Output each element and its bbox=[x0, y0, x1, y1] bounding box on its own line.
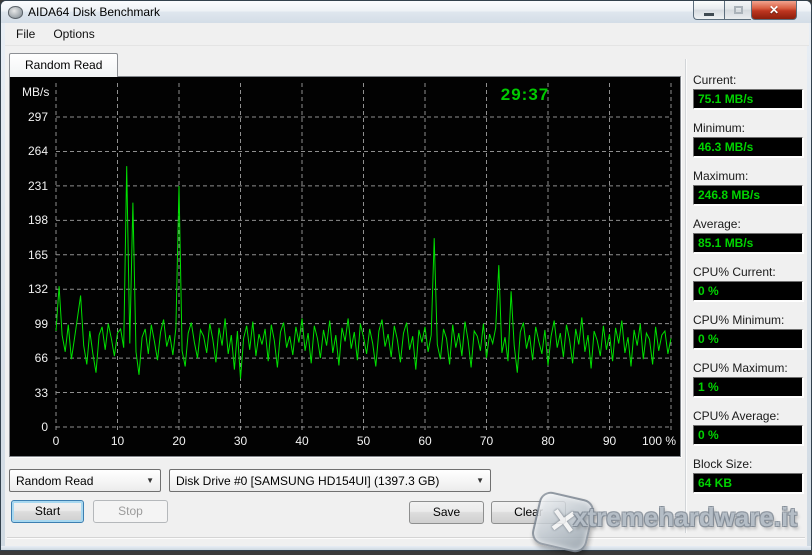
stop-button[interactable]: Stop bbox=[93, 500, 168, 523]
stat-value-box: 75.1 MB/s bbox=[693, 89, 803, 109]
stat-label: CPU% Average: bbox=[693, 409, 803, 423]
stat-value-box: 64 KB bbox=[693, 473, 803, 493]
x-tick-label: 60 bbox=[403, 434, 447, 448]
stat-value: 1 % bbox=[698, 380, 719, 394]
elapsed-timer: 29:37 bbox=[480, 85, 570, 105]
stat-label: Minimum: bbox=[693, 121, 803, 135]
window-controls: ✕ bbox=[693, 1, 797, 20]
x-tick-label: 70 bbox=[465, 434, 509, 448]
x-tick-label: 90 bbox=[588, 434, 632, 448]
stat-value-box: 0 % bbox=[693, 329, 803, 349]
x-tick-label: 20 bbox=[157, 434, 201, 448]
benchmark-chart: MB/s 29:37 297 264 231 198 165 132 99 66 33 00 10 2… bbox=[9, 76, 681, 457]
minimize-icon bbox=[704, 13, 714, 16]
stat-value: 75.1 MB/s bbox=[698, 92, 753, 106]
stat-label: Block Size: bbox=[693, 457, 803, 471]
x-tick-label: 80 bbox=[526, 434, 570, 448]
stat-label: CPU% Minimum: bbox=[693, 313, 803, 327]
stat-value-box: 1 % bbox=[693, 377, 803, 397]
chart-plot bbox=[10, 77, 680, 456]
y-tick-label: 99 bbox=[16, 317, 48, 331]
disk-drive-value: Disk Drive #0 [SAMSUNG HD154UI] (1397.3 … bbox=[176, 474, 439, 488]
stat-cpu-maximum: CPU% Maximum: 1 % bbox=[693, 361, 803, 397]
bottom-separator bbox=[7, 537, 805, 539]
stat-cpu-current: CPU% Current: 0 % bbox=[693, 265, 803, 301]
menu-options[interactable]: Options bbox=[44, 24, 103, 44]
stat-cpu-average: CPU% Average: 0 % bbox=[693, 409, 803, 445]
menu-bar: File Options bbox=[5, 23, 809, 46]
x-tick-label: 40 bbox=[280, 434, 324, 448]
menu-file[interactable]: File bbox=[7, 24, 44, 44]
stat-maximum: Maximum: 246.8 MB/s bbox=[693, 169, 803, 205]
y-tick-label: 0 bbox=[16, 420, 48, 434]
x-tick-label: 0 bbox=[34, 434, 78, 448]
minimize-button[interactable] bbox=[693, 1, 724, 20]
maximize-button[interactable] bbox=[724, 1, 751, 20]
stat-value: 0 % bbox=[698, 284, 719, 298]
x-tick-label: 30 bbox=[219, 434, 263, 448]
close-button[interactable]: ✕ bbox=[751, 1, 797, 20]
stat-label: Average: bbox=[693, 217, 803, 231]
panel-separator bbox=[685, 59, 687, 533]
stat-value: 64 KB bbox=[698, 476, 732, 490]
stat-value-box: 46.3 MB/s bbox=[693, 137, 803, 157]
window-frame-bottom bbox=[1, 546, 811, 550]
stat-cpu-minimum: CPU% Minimum: 0 % bbox=[693, 313, 803, 349]
tab-random-read[interactable]: Random Read bbox=[9, 53, 118, 77]
y-axis-unit-label: MB/s bbox=[22, 85, 49, 99]
watermark-text: xtremehardware.it bbox=[573, 502, 805, 533]
disk-drive-icon bbox=[8, 6, 23, 19]
stat-label: CPU% Current: bbox=[693, 265, 803, 279]
benchmark-type-select[interactable]: Random Read ▼ bbox=[9, 469, 161, 492]
stat-value: 85.1 MB/s bbox=[698, 236, 753, 250]
stat-minimum: Minimum: 46.3 MB/s bbox=[693, 121, 803, 157]
x-tick-label: 50 bbox=[342, 434, 386, 448]
window-frame-right bbox=[807, 23, 811, 550]
y-tick-label: 33 bbox=[16, 386, 48, 400]
title-bar: AIDA64 Disk Benchmark ✕ bbox=[1, 1, 811, 23]
save-button[interactable]: Save bbox=[409, 501, 484, 524]
disk-drive-select[interactable]: Disk Drive #0 [SAMSUNG HD154UI] (1397.3 … bbox=[169, 469, 491, 492]
stat-value-box: 0 % bbox=[693, 281, 803, 301]
stat-value: 0 % bbox=[698, 332, 719, 346]
stat-value: 246.8 MB/s bbox=[698, 188, 760, 202]
close-icon: ✕ bbox=[769, 3, 779, 17]
stat-average: Average: 85.1 MB/s bbox=[693, 217, 803, 253]
stats-panel: Current: 75.1 MB/s Minimum: 46.3 MB/s Ma… bbox=[693, 73, 803, 505]
benchmark-type-value: Random Read bbox=[16, 474, 93, 488]
y-tick-label: 297 bbox=[16, 110, 48, 124]
chevron-down-icon: ▼ bbox=[140, 476, 154, 485]
start-button[interactable]: Start bbox=[11, 500, 84, 523]
window-title: AIDA64 Disk Benchmark bbox=[28, 5, 160, 19]
y-tick-label: 165 bbox=[16, 248, 48, 262]
x-tick-label: 100 % bbox=[637, 434, 681, 448]
stat-value: 0 % bbox=[698, 428, 719, 442]
chevron-down-icon: ▼ bbox=[470, 476, 484, 485]
stat-value-box: 0 % bbox=[693, 425, 803, 445]
y-tick-label: 198 bbox=[16, 213, 48, 227]
y-tick-label: 66 bbox=[16, 351, 48, 365]
y-tick-label: 231 bbox=[16, 179, 48, 193]
stat-label: CPU% Maximum: bbox=[693, 361, 803, 375]
stat-value-box: 85.1 MB/s bbox=[693, 233, 803, 253]
maximize-icon bbox=[734, 6, 743, 14]
stat-label: Current: bbox=[693, 73, 803, 87]
window-frame-left bbox=[1, 23, 5, 550]
y-tick-label: 132 bbox=[16, 282, 48, 296]
stat-value-box: 246.8 MB/s bbox=[693, 185, 803, 205]
stat-value: 46.3 MB/s bbox=[698, 140, 753, 154]
stat-label: Maximum: bbox=[693, 169, 803, 183]
y-tick-label: 264 bbox=[16, 144, 48, 158]
stat-block-size: Block Size: 64 KB bbox=[693, 457, 803, 493]
x-tick-label: 10 bbox=[96, 434, 140, 448]
app-window: AIDA64 Disk Benchmark ✕ File Options Ran… bbox=[0, 0, 812, 551]
stat-current: Current: 75.1 MB/s bbox=[693, 73, 803, 109]
